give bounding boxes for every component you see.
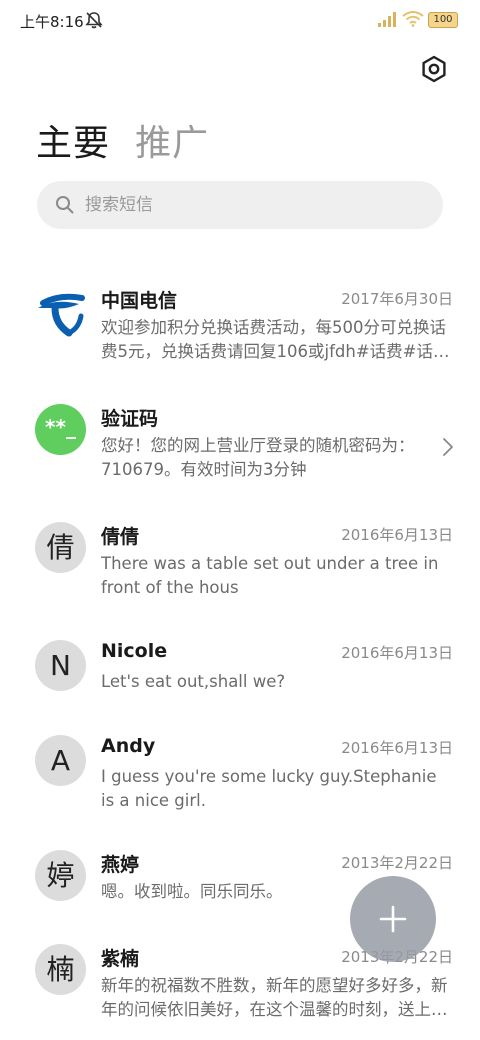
sender-name: 紫楠 (101, 948, 140, 970)
avatar: A (35, 735, 86, 786)
avatar: **_ (35, 404, 86, 455)
sender-name: 中国电信 (101, 290, 178, 312)
wifi-icon (402, 11, 424, 31)
settings-hexagon-icon (422, 55, 446, 83)
new-message-button[interactable] (350, 876, 436, 962)
status-bar: 上午8:16 100 (0, 0, 480, 42)
battery-indicator: 100 (428, 12, 458, 28)
sender-name: Nicole (101, 640, 168, 662)
avatar: 倩 (35, 522, 86, 573)
message-date: 2017年6月30日 (341, 290, 453, 308)
message-preview: I guess you're some lucky guy.Stephanie … (101, 767, 437, 810)
china-telecom-logo-icon (35, 286, 86, 337)
avatar: 婷 (35, 850, 86, 901)
status-time: 上午8:16 (20, 13, 84, 31)
settings-button[interactable] (418, 53, 450, 85)
bell-mute-icon (84, 11, 104, 33)
tab-promotions[interactable]: 推广 (135, 114, 209, 166)
message-date: 2016年6月13日 (341, 739, 453, 757)
list-item[interactable]: A Andy 2016年6月13日 I guess you're some lu… (0, 735, 480, 835)
message-preview: 您好！您的网上营业厅登录的随机密码为：710679。有效时间为3分钟 (101, 436, 415, 479)
avatar: 楠 (35, 944, 86, 995)
search-input[interactable] (85, 181, 425, 229)
list-item[interactable]: N Nicole 2016年6月13日 Let's eat out,shall … (0, 640, 480, 720)
message-preview: Let's eat out,shall we? (101, 672, 286, 691)
plus-icon (378, 904, 408, 938)
list-item[interactable]: 倩 倩倩 2016年6月13日 There was a table set ou… (0, 522, 480, 622)
message-preview: There was a table set out under a tree i… (101, 554, 439, 597)
message-preview: 新年的祝福数不胜数，新年的愿望好多好多，新年的问候依旧美好，在这个温馨的时刻，送… (101, 976, 448, 1019)
message-date: 2013年2月22日 (341, 854, 453, 872)
sender-name: 燕婷 (101, 854, 140, 876)
search-icon (55, 195, 75, 219)
sender-name: 验证码 (101, 408, 159, 430)
search-bar[interactable] (37, 181, 443, 229)
list-item[interactable]: 中国电信 2017年6月30日 欢迎参加积分兑换话费活动，每500分可兑换话费5… (0, 286, 480, 386)
message-date: 2016年6月13日 (341, 526, 453, 544)
tab-bar: 主要 推广 (36, 114, 229, 164)
message-date: 2016年6月13日 (341, 644, 453, 662)
avatar: N (35, 640, 86, 691)
message-preview: 欢迎参加积分兑换话费活动，每500分可兑换话费5元，兑换话费请回复106或jfd… (101, 318, 450, 361)
sender-name: Andy (101, 735, 156, 757)
signal-icon (378, 12, 398, 31)
chevron-right-icon[interactable] (442, 437, 454, 461)
tab-primary[interactable]: 主要 (36, 114, 110, 166)
sender-name: 倩倩 (101, 526, 140, 548)
list-item[interactable]: **_ 验证码 您好！您的网上营业厅登录的随机密码为：710679。有效时间为3… (0, 404, 480, 504)
